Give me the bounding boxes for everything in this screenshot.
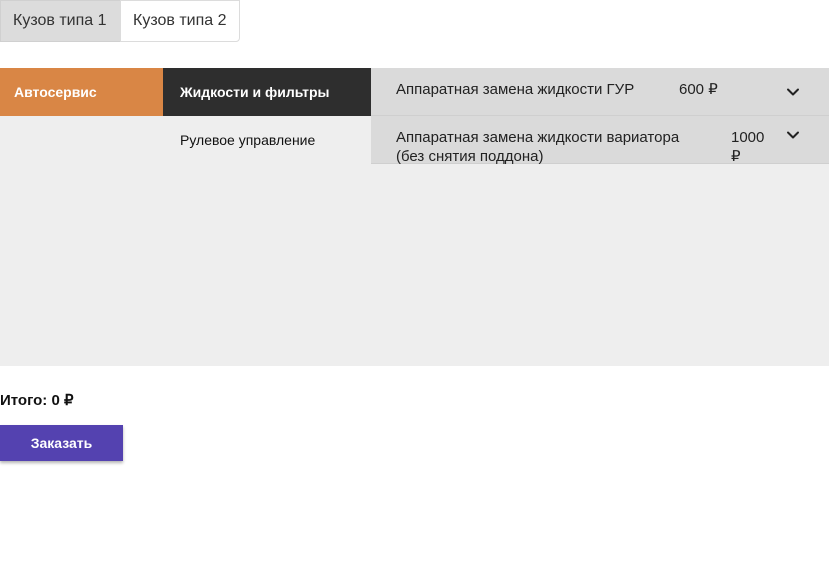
category-label: Автосервис xyxy=(14,84,97,100)
category-list: Автосервис xyxy=(0,68,163,116)
order-total: Итого: 0 ₽ xyxy=(0,392,74,409)
subcategory-list: Жидкости и фильтры Рулевое управление xyxy=(163,68,371,164)
order-button[interactable]: Заказать xyxy=(0,425,123,461)
tab-body-type-2[interactable]: Кузов типа 2 xyxy=(120,0,240,42)
service-list: Аппаратная замена жидкости ГУР 600 ₽ Апп… xyxy=(371,68,829,165)
service-panel: Автосервис Жидкости и фильтры Рулевое уп… xyxy=(0,68,829,366)
service-price: 600 ₽ xyxy=(679,81,718,98)
service-row[interactable]: Аппаратная замена жидкости ГУР 600 ₽ xyxy=(371,68,829,116)
subcategory-label: Жидкости и фильтры xyxy=(180,84,330,100)
service-name: Аппаратная замена жидкости ГУР xyxy=(396,81,635,98)
service-price: 1000 ₽ xyxy=(731,129,765,165)
service-name: Аппаратная замена жидкости вариатора (бе… xyxy=(396,129,680,165)
category-item-autoservice[interactable]: Автосервис xyxy=(0,68,163,116)
service-row[interactable]: Аппаратная замена жидкости вариатора (бе… xyxy=(371,116,829,165)
body-type-tabs: Кузов типа 1 Кузов типа 2 xyxy=(0,0,240,42)
chevron-down-icon[interactable] xyxy=(786,128,800,142)
tab-label: Кузов типа 2 xyxy=(133,12,227,29)
subcategory-item-fluids-filters[interactable]: Жидкости и фильтры xyxy=(163,68,371,116)
tab-body-type-1[interactable]: Кузов типа 1 xyxy=(0,0,120,42)
chevron-down-icon[interactable] xyxy=(786,85,800,99)
subcategory-label: Рулевое управление xyxy=(180,132,316,148)
tab-label: Кузов типа 1 xyxy=(13,12,107,29)
subcategory-item-steering[interactable]: Рулевое управление xyxy=(163,116,371,164)
